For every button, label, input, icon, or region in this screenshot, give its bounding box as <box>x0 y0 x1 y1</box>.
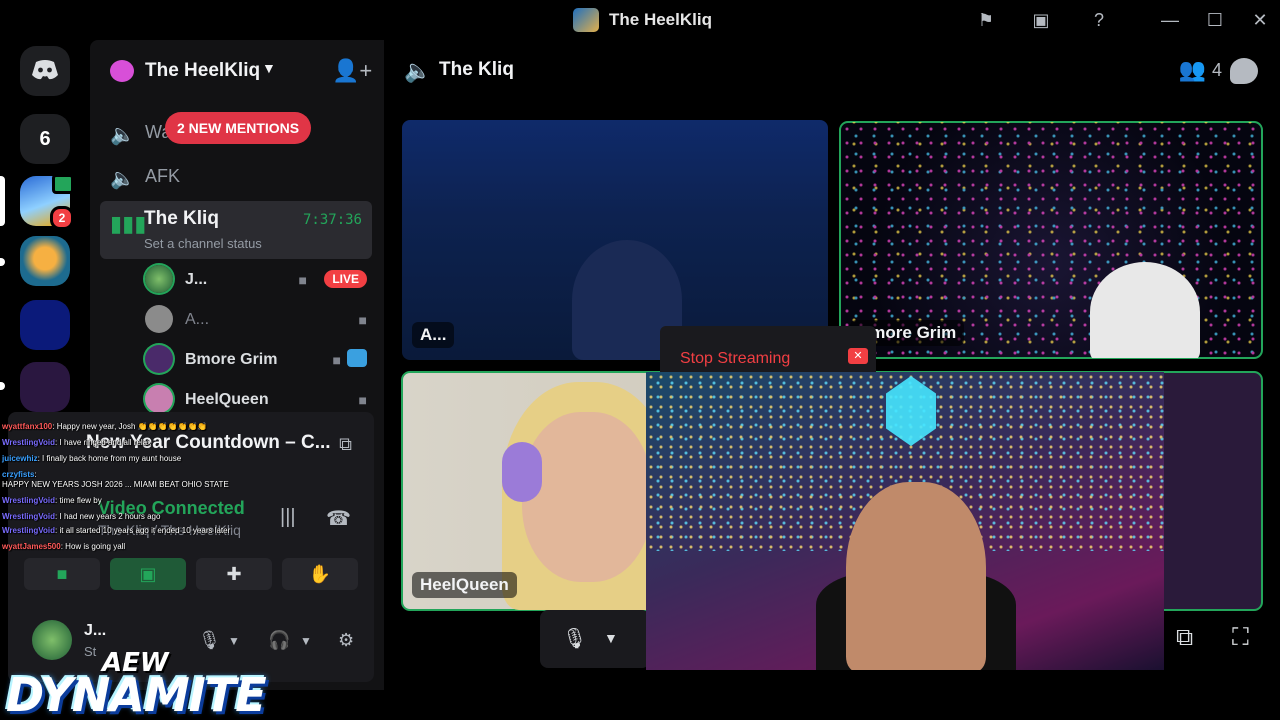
gear-icon[interactable]: ⚙ <box>338 630 354 651</box>
participant-count: 4 <box>1211 60 1222 80</box>
unread-pill-2 <box>0 382 5 390</box>
camera-button[interactable]: ■ <box>24 558 100 590</box>
voice-member[interactable]: A... ■ <box>145 303 367 337</box>
avatar <box>145 305 173 333</box>
voice-member[interactable]: J... ■ LIVE <box>145 263 367 297</box>
flag-icon[interactable]: ⚑ <box>972 6 1000 34</box>
stop-streaming-label[interactable]: Stop Streaming <box>680 350 790 368</box>
camera-icon: ■ <box>358 312 367 328</box>
server-name: The HeelKliq <box>145 60 261 81</box>
voice-activity-icon <box>52 174 74 194</box>
close-button[interactable]: ✕ <box>1246 6 1274 34</box>
chat-message: HAPPY NEW YEARS JOSH 2026 ... MIAMI BEAT… <box>2 480 229 489</box>
chevron-down-icon: ▼ <box>262 60 276 76</box>
channel-name: AFK <box>145 166 181 186</box>
member-name: A... <box>185 311 210 328</box>
soundboard-button[interactable]: ✋ <box>282 558 358 590</box>
stream-chat-overlay: wyattfanx100: Happy new year, Josh 👏👏👏👏👏… <box>0 420 380 555</box>
popout-icon[interactable]: ⧉ <box>1176 624 1193 652</box>
server-icon-2[interactable] <box>20 236 70 286</box>
elapsed-timer: 7:37:36 <box>302 212 362 228</box>
set-channel-status[interactable]: Set a channel status <box>144 236 262 251</box>
help-icon[interactable]: ? <box>1085 6 1113 34</box>
chat-message: wyattfanx100: Happy new year, Josh 👏👏👏👏👏… <box>2 422 208 431</box>
logo-big-text: DYNAMITE <box>6 668 267 720</box>
chevron-down-icon[interactable]: ▼ <box>228 634 240 648</box>
channel-afk[interactable]: 🔈 AFK <box>110 160 372 196</box>
microphone-icon[interactable]: 🎙 <box>562 626 587 651</box>
camera-icon: ■ <box>298 272 307 288</box>
camera-icon: ■ <box>332 352 341 368</box>
stop-streaming-bar[interactable]: Stop Streaming ✕ <box>660 326 876 372</box>
chat-message: wyattJames500: How is going yall <box>2 542 126 551</box>
window-title: The HeelKliq <box>609 10 712 29</box>
discord-logo-icon <box>32 60 58 80</box>
voice-member[interactable]: Bmore Grim ■ <box>145 343 367 377</box>
video-tile[interactable]: A... <box>402 120 828 360</box>
member-name: HeelQueen <box>185 391 269 408</box>
server-badge-icon <box>110 60 134 82</box>
member-name: Bmore Grim <box>185 351 278 368</box>
speaker-icon: 🔈 <box>404 58 432 83</box>
mention-badge: 2 <box>50 206 74 230</box>
video-tile[interactable]: Bmore Grim <box>839 121 1263 359</box>
avatar <box>145 345 173 373</box>
chat-message: WrestlingVoid: it all started 10 years a… <box>2 526 231 535</box>
avatar <box>145 265 173 293</box>
selected-server-pill <box>0 176 5 226</box>
aew-dynamite-logo: AEW DYNAMITE <box>6 648 268 720</box>
inbox-icon[interactable]: ▣ <box>1027 6 1055 34</box>
minimize-button[interactable]: — <box>1156 6 1184 34</box>
member-name: J... <box>185 271 208 288</box>
channel-name: The Kliq <box>144 208 219 229</box>
user-name: J... <box>84 622 107 639</box>
participant-video <box>1090 262 1200 358</box>
speaker-icon: 🔈 <box>110 168 135 190</box>
tile-label: A... <box>412 322 455 348</box>
discord-home-button[interactable] <box>20 46 70 96</box>
server-header[interactable]: The HeelKliq ▼ 👤+ <box>90 40 384 100</box>
participant-face <box>522 412 652 582</box>
unread-dm-count[interactable]: 6 <box>20 114 70 164</box>
chat-message: WrestlingVoid: I have ringed and all rel… <box>2 438 152 447</box>
new-mentions-banner[interactable]: 2 NEW MENTIONS <box>165 112 312 144</box>
server-icon-3[interactable] <box>20 300 70 350</box>
stream-preview <box>646 372 1164 670</box>
maximize-button[interactable]: ☐ <box>1201 6 1229 34</box>
chat-message: juicewhiz: I finally back home from my a… <box>2 454 182 463</box>
active-voice-channel[interactable]: ▮▮▮ The Kliq 7:37:36 Set a channel statu… <box>100 201 372 259</box>
window-titlebar: The HeelKliq ⚑ ▣ ? — ☐ ✕ <box>0 0 1280 40</box>
chevron-down-icon[interactable]: ▼ <box>604 630 618 646</box>
avatar <box>145 385 173 413</box>
chat-message: WrestlingVoid: I had new years 2 hours a… <box>2 512 161 521</box>
camera-icon: ■ <box>358 392 367 408</box>
chat-message: WrestlingVoid: time flew by <box>2 496 102 505</box>
headphones-shape <box>502 442 542 502</box>
tile-label: HeelQueen <box>412 572 517 598</box>
app-icon <box>573 8 599 32</box>
voice-activity-icon: ▮▮▮ <box>110 211 147 236</box>
activity-icon <box>347 349 367 367</box>
call-controls: 🎙 ▼ <box>540 610 650 668</box>
stop-stream-icon[interactable]: ✕ <box>848 348 868 364</box>
activities-button[interactable]: ✚ <box>196 558 272 590</box>
members-icon[interactable]: 👥 <box>1179 57 1206 83</box>
live-badge: LIVE <box>324 270 367 288</box>
headphones-icon[interactable]: 🎧 <box>268 630 290 651</box>
screen-share-button[interactable]: ▣ <box>110 558 186 590</box>
server-icon-4[interactable] <box>20 362 70 412</box>
add-member-icon[interactable]: 👤+ <box>332 58 372 84</box>
unread-pill <box>0 258 5 266</box>
server-heelkliq[interactable]: 2 <box>20 174 74 230</box>
channel-title: The Kliq <box>439 59 514 80</box>
streamer-video <box>846 482 986 670</box>
chevron-down-icon[interactable]: ▼ <box>300 634 312 648</box>
channel-header: 🔈 The Kliq 👥 4 <box>384 40 1280 100</box>
chat-bubble-icon[interactable] <box>1230 58 1258 84</box>
chat-message: crzyfists: <box>2 470 37 479</box>
fullscreen-icon[interactable]: ⛶ <box>1232 624 1249 652</box>
speaker-icon: 🔈 <box>110 124 135 146</box>
